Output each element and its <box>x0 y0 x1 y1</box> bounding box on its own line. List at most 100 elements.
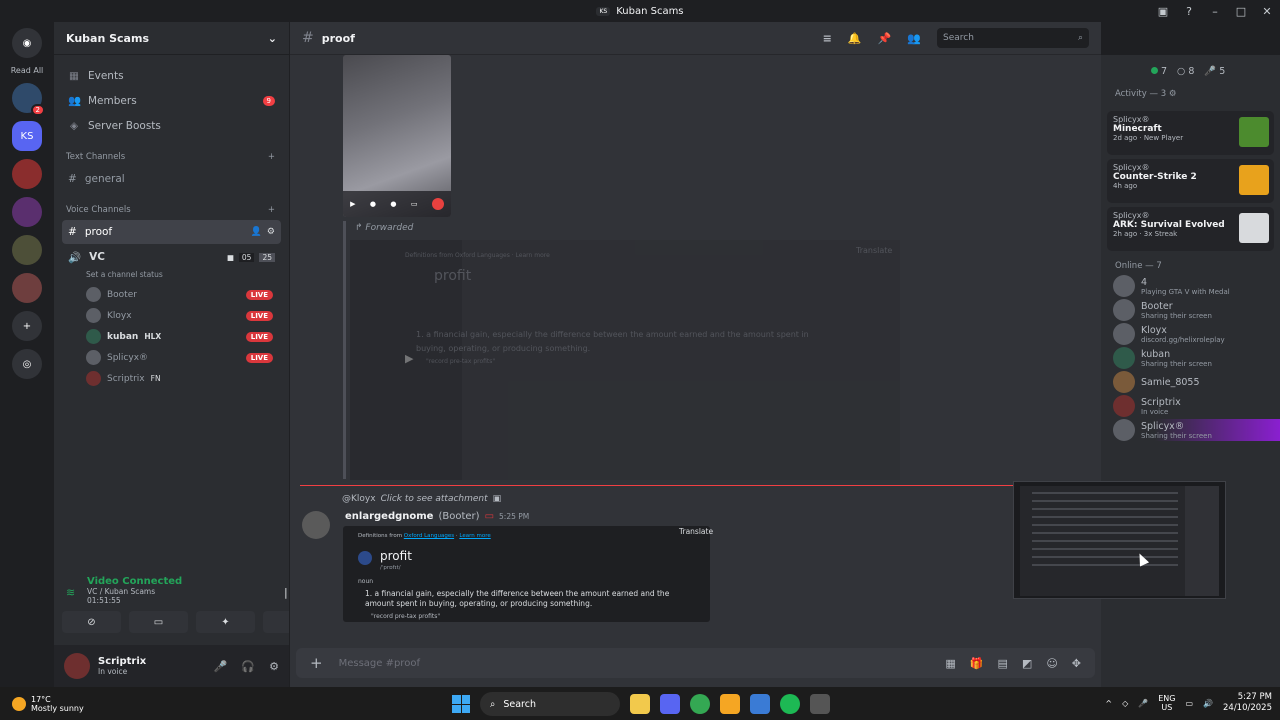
server-icon[interactable] <box>12 159 42 189</box>
gift-icon[interactable]: 🎁 <box>970 657 984 670</box>
voice-user-kloyx[interactable]: Kloyx LIVE <box>54 305 289 326</box>
camera-off-button[interactable]: ⊘ <box>62 611 121 633</box>
notification-bell-icon[interactable]: 🔔 <box>848 32 862 45</box>
voice-user-splicyx[interactable]: Splicyx® LIVE <box>54 347 289 368</box>
app-icon[interactable] <box>720 694 740 714</box>
activity-card[interactable]: Splicyx® ARK: Survival Evolved 2h ago · 3x… <box>1107 207 1274 251</box>
microphone-icon[interactable]: 🎤 <box>214 660 228 673</box>
channel-proof[interactable]: # proof 👤 ⚙ <box>62 220 281 244</box>
weather-widget[interactable]: 17°C Mostly sunny <box>0 695 84 713</box>
chevron-down-icon: ⌄ <box>267 31 277 45</box>
settings-gear-icon[interactable]: ⚙ <box>1169 89 1177 99</box>
add-attachment-icon[interactable]: + <box>310 654 323 672</box>
volume-icon[interactable]: 🔊 <box>1203 699 1213 708</box>
activity-card[interactable]: Splicyx® Counter-Strike 2 4h ago <box>1107 159 1274 203</box>
clock[interactable]: 5:27 PM 24/10/2025 <box>1223 692 1272 714</box>
display-icon[interactable]: ▭ <box>1185 699 1193 708</box>
calendar-icon[interactable]: ▦ <box>945 657 955 670</box>
server-folder-icon[interactable] <box>12 197 42 227</box>
audio-icon[interactable] <box>358 551 372 565</box>
category-voice-channels[interactable]: Voice Channels + <box>54 201 289 219</box>
server-folder-icon[interactable] <box>12 235 42 265</box>
windows-start-icon[interactable] <box>452 695 470 713</box>
voice-user-scriptrix[interactable]: Scriptrix FN <box>54 368 289 389</box>
message-input[interactable]: Message #proof <box>339 658 420 669</box>
server-folder-icon[interactable] <box>12 273 42 303</box>
member-row[interactable]: 4 Playing GTA V with Medal <box>1101 275 1280 297</box>
activities-button[interactable]: ✦ <box>196 611 255 633</box>
learn-more-link[interactable]: Learn more <box>459 533 490 539</box>
search-input[interactable]: Search ⌕ <box>937 28 1089 48</box>
add-channel-icon[interactable]: + <box>268 205 275 215</box>
activity-card[interactable]: Splicyx® Minecraft 2d ago · New Player <box>1107 111 1274 155</box>
invite-icon[interactable]: 👤 <box>251 227 262 237</box>
definition-embed[interactable]: Definitions from Oxford Languages · Lear… <box>343 526 713 622</box>
forwarded-embed[interactable]: ▶ Definitions from Oxford Languages · Le… <box>350 240 900 480</box>
member-list-icon[interactable]: 👥 <box>907 32 921 45</box>
reply-preview[interactable]: @Kloyx Click to see attachment ▣ <box>342 494 501 504</box>
voice-user-booter[interactable]: Booter LIVE <box>54 284 289 305</box>
member-row[interactable]: Scriptrix In voice <box>1101 395 1280 417</box>
member-row[interactable]: Samie_8055 <box>1101 371 1280 393</box>
read-all-button[interactable]: Read All <box>11 66 44 75</box>
maximize-button[interactable]: □ <box>1228 5 1254 18</box>
author-name[interactable]: enlargedgnome <box>345 511 433 522</box>
discover-icon[interactable]: ◎ <box>12 349 42 379</box>
members-stat: ○ 8 <box>1177 66 1195 77</box>
nav-events[interactable]: ▦ Events <box>54 63 289 88</box>
voice-user-kuban[interactable]: kuban HLX LIVE <box>54 326 289 347</box>
discord-icon[interactable] <box>660 694 680 714</box>
nav-members[interactable]: 👥 Members 9 <box>54 88 289 113</box>
avatar[interactable] <box>64 653 90 679</box>
user-settings-gear-icon[interactable]: ⚙ <box>269 660 279 673</box>
microphone-icon[interactable]: 🎤 <box>1138 699 1148 708</box>
spotify-icon[interactable] <box>780 694 800 714</box>
avatar[interactable] <box>302 511 330 539</box>
headphones-icon[interactable]: 🎧 <box>241 660 255 673</box>
app-icon[interactable] <box>810 694 830 714</box>
channel-vc[interactable]: 🔊 VC ■ 05 25 <box>62 245 281 269</box>
add-channel-icon[interactable]: + <box>268 152 275 162</box>
chevron-up-icon[interactable]: ^ <box>1105 699 1112 708</box>
home-discord-icon[interactable]: ◉ <box>12 28 42 58</box>
help-icon[interactable]: ? <box>1176 5 1202 18</box>
add-server-icon[interactable]: + <box>12 311 42 341</box>
minimize-button[interactable]: – <box>1202 5 1228 18</box>
app-icon[interactable] <box>750 694 770 714</box>
voice-status[interactable]: Video Connected <box>87 576 182 587</box>
member-row[interactable]: Booter Sharing their screen <box>1101 299 1280 321</box>
gif-icon[interactable]: ▤ <box>998 657 1008 670</box>
emoji-icon[interactable]: ☺ <box>1046 657 1057 670</box>
message-composer[interactable]: + Message #proof ▦ 🎁 ▤ ◩ ☺ ✥ <box>296 648 1095 678</box>
member-row[interactable]: kuban Sharing their screen <box>1101 347 1280 369</box>
member-row[interactable]: Kloyx discord.gg/helixroleplay <box>1101 323 1280 345</box>
sticker-icon[interactable]: ◩ <box>1022 657 1032 670</box>
server-icon-kuban-scams[interactable]: KS <box>12 121 42 151</box>
apps-icon[interactable]: ✥ <box>1072 657 1081 670</box>
server-icon[interactable]: 2 <box>12 83 45 116</box>
reply-mention[interactable]: @Kloyx <box>342 494 376 504</box>
member-row[interactable]: Splicyx® Sharing their screen <box>1101 419 1280 441</box>
video-attachment[interactable]: ▶ ● ● ▭ <box>343 55 451 217</box>
category-text-channels[interactable]: Text Channels + <box>54 148 289 166</box>
tray-app-icon[interactable]: ◇ <box>1122 699 1128 708</box>
avatar <box>86 287 101 302</box>
inbox-icon[interactable]: ▣ <box>1150 5 1176 18</box>
source-link[interactable]: Oxford Languages <box>404 533 454 539</box>
translate-link[interactable]: Translate <box>679 527 713 536</box>
settings-gear-icon[interactable]: ⚙ <box>267 227 275 237</box>
language-indicator[interactable]: ENG US <box>1158 694 1175 712</box>
taskbar-search[interactable]: ⌕ Search <box>480 692 620 716</box>
file-explorer-icon[interactable] <box>630 694 650 714</box>
threads-icon[interactable]: ≡ <box>823 32 832 45</box>
hash-icon: # <box>68 173 77 185</box>
chrome-icon[interactable] <box>690 694 710 714</box>
stream-preview-popout[interactable] <box>1013 481 1226 599</box>
nav-server-boosts[interactable]: ◈ Server Boosts <box>54 113 289 138</box>
close-button[interactable]: ✕ <box>1254 5 1280 18</box>
channel-status-hint[interactable]: Set a channel status <box>54 270 289 284</box>
server-header[interactable]: Kuban Scams ⌄ <box>54 22 289 55</box>
channel-general[interactable]: # general <box>62 167 281 191</box>
pin-icon[interactable]: 📌 <box>878 32 892 45</box>
screen-share-button[interactable]: ▭ <box>129 611 188 633</box>
